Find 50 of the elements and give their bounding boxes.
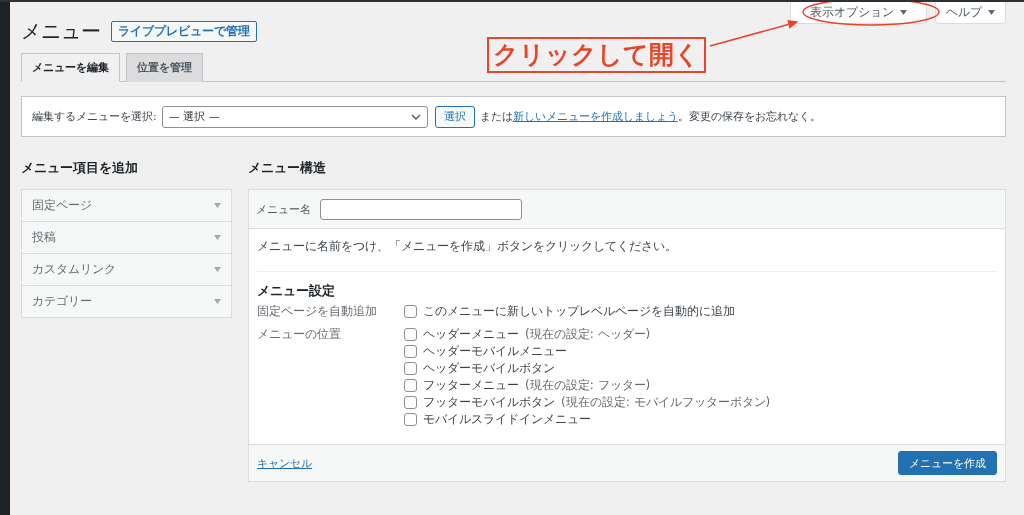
checkbox[interactable] xyxy=(404,362,417,375)
checkbox[interactable] xyxy=(404,345,417,358)
current-setting-note: (現在の設定: モバイルフッターボタン) xyxy=(561,394,771,411)
accordion-item[interactable]: カテゴリー xyxy=(22,286,231,317)
annotation-callout: クリックして開く xyxy=(487,37,706,73)
checkbox[interactable] xyxy=(404,305,417,318)
current-setting-note: (現在の設定: ヘッダー) xyxy=(525,326,651,343)
caret-icon xyxy=(214,203,221,208)
settings-heading: メニュー設定 xyxy=(257,282,336,300)
tab[interactable]: 位置を管理 xyxy=(126,53,203,82)
instruction-text: または新しいメニューを作成しましょう。変更の保存をお忘れなく。 xyxy=(479,109,821,124)
select-button[interactable]: 選択 xyxy=(434,105,475,128)
page-title: メニュー xyxy=(21,18,101,45)
help-button[interactable]: ヘルプ xyxy=(935,2,1006,24)
checkbox-label: フッターモバイルボタン xyxy=(423,394,555,411)
checkbox[interactable] xyxy=(404,328,417,341)
instruction-text: メニューに名前をつけ、「メニューを作成」ボタンをクリックしてください。 xyxy=(257,229,997,272)
tab[interactable]: メニューを編集 xyxy=(21,53,120,82)
checkbox-label: ヘッダーメニュー xyxy=(423,326,519,343)
checkbox-label: ヘッダーモバイルボタン xyxy=(423,360,555,377)
accordion-item[interactable]: カスタムリンク xyxy=(22,254,231,286)
live-preview-button[interactable]: ライブプレビューで管理 xyxy=(111,21,257,42)
caret-icon xyxy=(214,267,221,272)
field-label: メニュー名 xyxy=(256,201,311,217)
create-menu-link[interactable]: 新しいメニューを作成しましょう xyxy=(512,110,678,123)
caret-icon xyxy=(988,10,995,15)
checkbox-label: フッターメニュー xyxy=(423,377,519,394)
create-menu-button[interactable]: メニューを作成 xyxy=(898,451,997,475)
section-heading: メニュー構造 xyxy=(248,159,327,177)
checkbox-label: ヘッダーモバイルメニュー xyxy=(423,343,567,360)
setting-label: メニューの位置 xyxy=(257,326,342,343)
cancel-link[interactable]: キャンセル xyxy=(257,455,312,471)
caret-icon xyxy=(900,10,907,15)
checkbox[interactable] xyxy=(404,413,417,426)
checkbox[interactable] xyxy=(404,379,417,392)
section-heading: メニュー項目を追加 xyxy=(21,159,139,177)
caret-icon xyxy=(214,235,221,240)
checkbox[interactable] xyxy=(404,396,417,409)
menu-select[interactable]: — 選択 — xyxy=(161,105,428,128)
screen-options-button[interactable]: 表示オプション xyxy=(790,2,927,24)
chevron-down-icon xyxy=(410,113,421,120)
setting-label: 固定ページを自動追加 xyxy=(257,303,378,320)
caret-icon xyxy=(214,299,221,304)
checkbox-label: モバイルスライドインメニュー xyxy=(423,411,591,428)
checkbox-label: このメニューに新しいトップレベルページを自動的に追加 xyxy=(423,303,735,320)
menu-name-field[interactable] xyxy=(320,198,522,220)
select-label: 編集するメニューを選択: xyxy=(32,109,157,124)
accordion-item[interactable]: 投稿 xyxy=(22,222,231,254)
current-setting-note: (現在の設定: フッター) xyxy=(525,377,651,394)
accordion-item[interactable]: 固定ページ xyxy=(22,190,231,222)
